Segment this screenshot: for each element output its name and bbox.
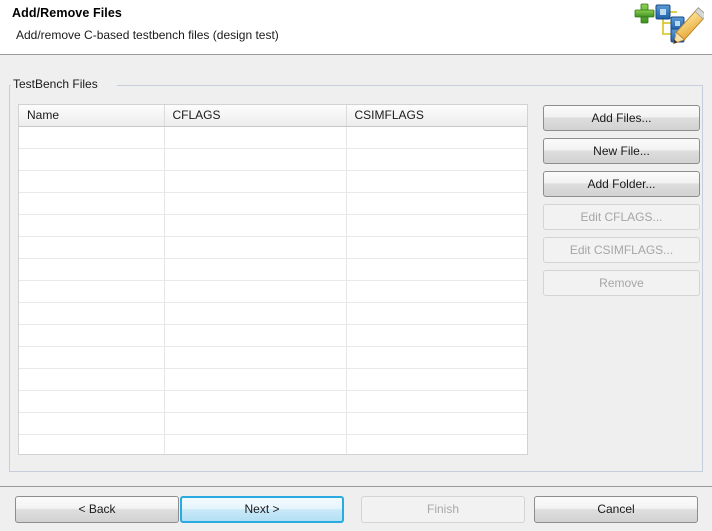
table-empty-cell xyxy=(19,170,165,193)
table-empty-row[interactable] xyxy=(19,258,527,281)
table-empty-cell xyxy=(346,434,527,454)
table-empty-row[interactable] xyxy=(19,434,527,454)
table-empty-cell xyxy=(346,302,527,325)
cancel-button[interactable]: Cancel xyxy=(534,496,698,523)
table-empty-cell xyxy=(346,412,527,435)
table-empty-cell xyxy=(346,280,527,303)
table-empty-cell xyxy=(346,324,527,347)
table-empty-cell xyxy=(346,236,527,259)
table-empty-cell xyxy=(346,148,527,171)
column-header-name[interactable]: Name xyxy=(19,105,165,127)
add-folder-button[interactable]: Add Folder... xyxy=(543,171,700,197)
table-empty-row[interactable] xyxy=(19,390,527,413)
page-subtitle: Add/remove C-based testbench files (desi… xyxy=(16,28,279,42)
table-empty-cell xyxy=(346,214,527,237)
group-label: TestBench Files xyxy=(13,77,103,91)
table-header-row: Name CFLAGS CSIMFLAGS xyxy=(19,105,527,127)
table-empty-cell xyxy=(164,324,347,347)
file-actions-panel: Add Files... New File... Add Folder... Edit… xyxy=(543,105,700,303)
table-empty-row[interactable] xyxy=(19,236,527,259)
table-empty-row[interactable] xyxy=(19,170,527,193)
table-empty-row[interactable] xyxy=(19,346,527,369)
column-header-cflags[interactable]: CFLAGS xyxy=(164,105,347,127)
table-empty-cell xyxy=(19,302,165,325)
table-empty-cell xyxy=(346,368,527,391)
column-header-csimflags[interactable]: CSIMFLAGS xyxy=(346,105,527,127)
new-file-button[interactable]: New File... xyxy=(543,138,700,164)
table-empty-cell xyxy=(164,236,347,259)
add-remove-files-wizard: Add/Remove Files Add/remove C-based test… xyxy=(0,0,712,531)
table-empty-cell xyxy=(164,192,347,215)
table-empty-cell xyxy=(164,126,347,149)
add-files-button[interactable]: Add Files... xyxy=(543,105,700,131)
table-empty-cell xyxy=(164,258,347,281)
table-empty-cell xyxy=(19,214,165,237)
table-empty-row[interactable] xyxy=(19,412,527,435)
edit-cflags-button: Edit CFLAGS... xyxy=(543,204,700,230)
table-empty-cell xyxy=(19,280,165,303)
table-empty-cell xyxy=(19,148,165,171)
table-body xyxy=(19,126,527,454)
table-empty-row[interactable] xyxy=(19,192,527,215)
table-empty-row[interactable] xyxy=(19,280,527,303)
wizard-header: Add/Remove Files Add/remove C-based test… xyxy=(0,0,712,55)
table-header: Name CFLAGS CSIMFLAGS xyxy=(19,105,527,127)
table-empty-cell xyxy=(19,390,165,413)
table-empty-cell xyxy=(164,390,347,413)
table-empty-cell xyxy=(346,126,527,149)
table-empty-cell xyxy=(19,258,165,281)
table-empty-cell xyxy=(19,412,165,435)
table-empty-cell xyxy=(164,412,347,435)
table-empty-cell xyxy=(346,258,527,281)
page-title: Add/Remove Files xyxy=(12,6,122,20)
back-button[interactable]: < Back xyxy=(15,496,179,523)
wizard-navigation-bar: < Back Next > Finish Cancel xyxy=(0,487,712,531)
add-edit-files-icon xyxy=(634,1,708,51)
table-empty-row[interactable] xyxy=(19,368,527,391)
table-empty-row[interactable] xyxy=(19,302,527,325)
table-empty-cell xyxy=(164,346,347,369)
table-empty-row[interactable] xyxy=(19,148,527,171)
table-empty-cell xyxy=(346,346,527,369)
finish-button: Finish xyxy=(361,496,525,523)
table-empty-cell xyxy=(346,170,527,193)
table-empty-cell xyxy=(19,434,165,454)
next-button[interactable]: Next > xyxy=(180,496,344,523)
table-empty-cell xyxy=(164,214,347,237)
table-empty-cell xyxy=(19,192,165,215)
table-empty-cell xyxy=(164,170,347,193)
edit-csimflags-button: Edit CSIMFLAGS... xyxy=(543,237,700,263)
remove-button: Remove xyxy=(543,270,700,296)
table-empty-cell xyxy=(19,346,165,369)
table-empty-cell xyxy=(19,236,165,259)
file-table: Name CFLAGS CSIMFLAGS xyxy=(19,105,527,454)
table-empty-cell xyxy=(164,302,347,325)
table-empty-cell xyxy=(164,148,347,171)
table-empty-row[interactable] xyxy=(19,324,527,347)
table-empty-cell xyxy=(346,192,527,215)
table-empty-row[interactable] xyxy=(19,126,527,149)
table-empty-cell xyxy=(164,368,347,391)
table-empty-cell xyxy=(164,434,347,454)
table-empty-cell xyxy=(164,280,347,303)
table-empty-cell xyxy=(19,324,165,347)
table-empty-cell xyxy=(19,126,165,149)
testbench-files-table[interactable]: Name CFLAGS CSIMFLAGS xyxy=(18,104,528,455)
table-empty-cell xyxy=(346,390,527,413)
table-empty-row[interactable] xyxy=(19,214,527,237)
table-empty-cell xyxy=(19,368,165,391)
